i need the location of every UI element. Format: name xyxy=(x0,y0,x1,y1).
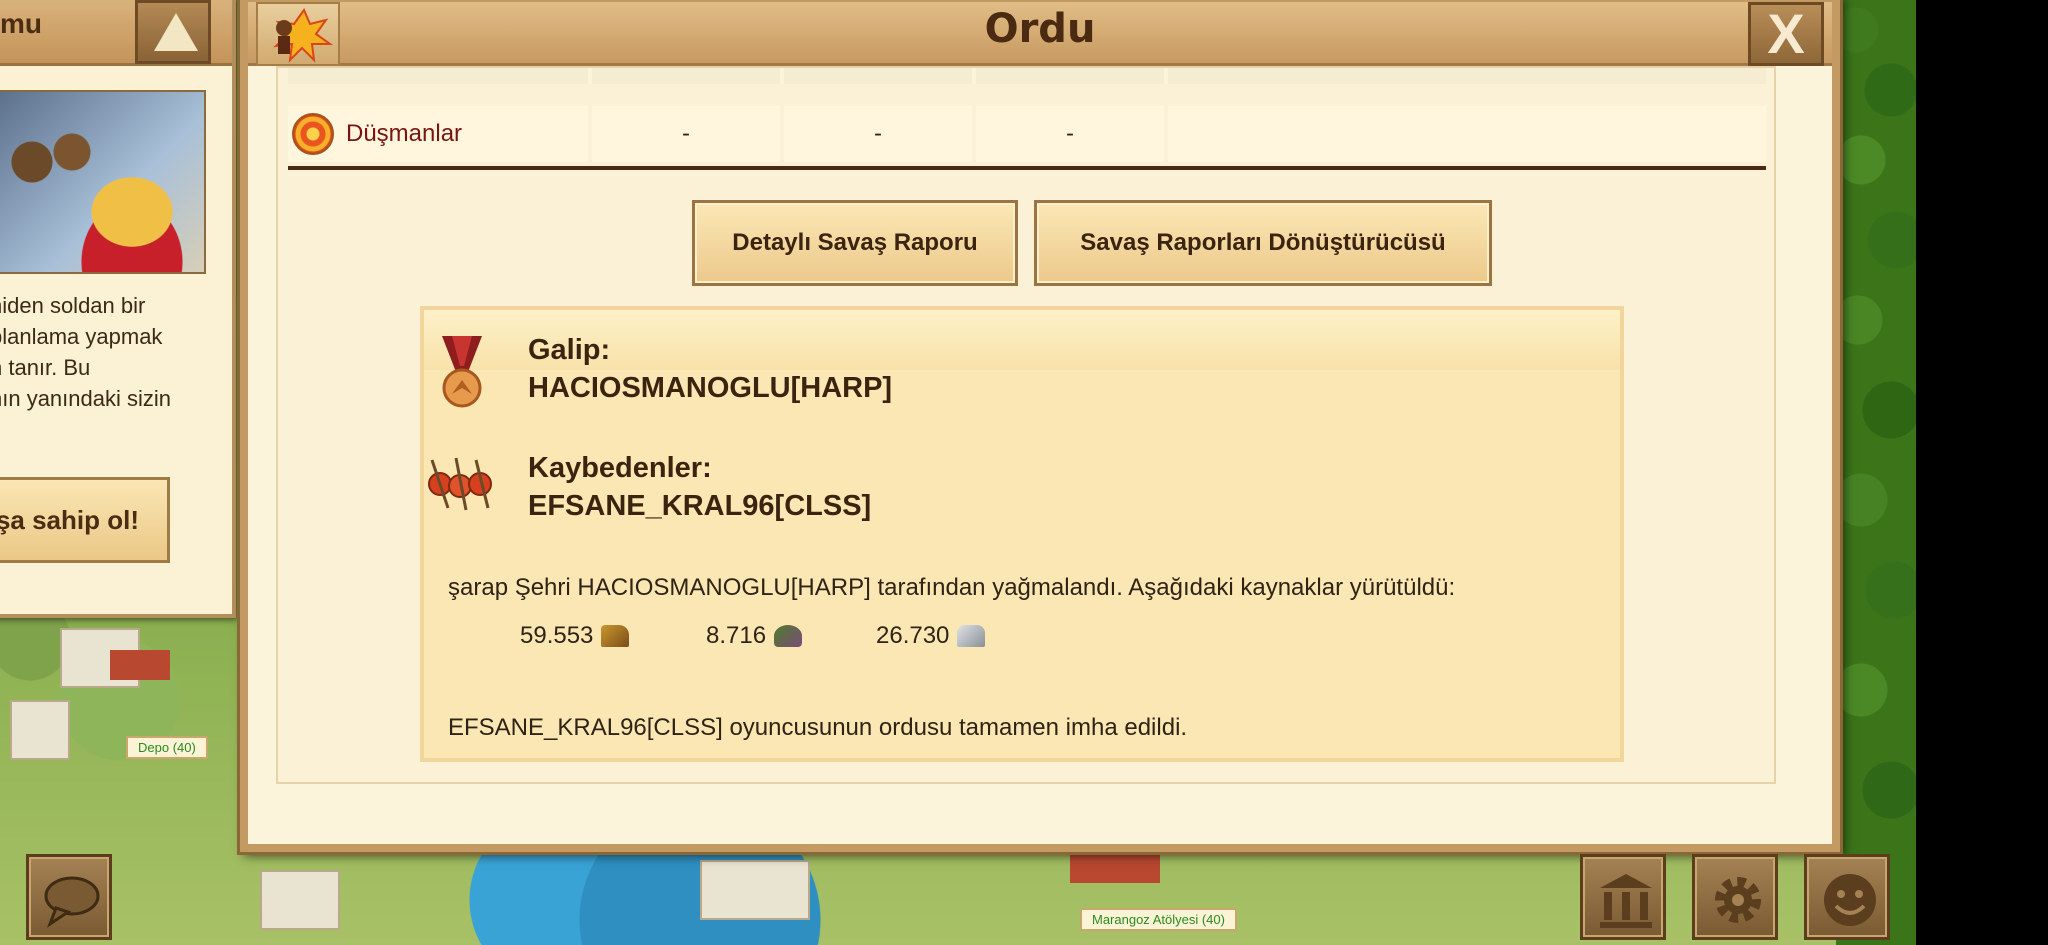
up-arrow-icon xyxy=(154,13,198,51)
army-destroyed-text: EFSANE_KRAL96[CLSS] oyuncusunun ordusu t… xyxy=(448,714,1188,741)
resource-amount: 8.716 xyxy=(706,622,767,649)
resource-silver: 26.730 xyxy=(876,622,986,650)
defeated-soldiers-icon xyxy=(428,457,492,511)
advisor-image xyxy=(0,90,206,274)
advisor-header: mu xyxy=(0,0,232,66)
battle-result-box: Galip: HACIOSMANOGLU[HARP] Kaybedenler: … xyxy=(420,306,1624,762)
report-content: Düşmanlar - - - Detaylı Savaş Raporu Sav… xyxy=(276,66,1776,784)
table-divider xyxy=(288,166,1766,170)
building[interactable] xyxy=(10,700,70,760)
medal-icon xyxy=(442,336,482,408)
enemies-empty-cell xyxy=(1168,106,1766,162)
detailed-report-button[interactable]: Detaylı Savaş Raporu xyxy=(692,200,1018,286)
advisor-text-line: niden soldan bir xyxy=(0,293,146,318)
winner-label: Galip: xyxy=(528,334,611,366)
table-row-partial xyxy=(288,68,1766,84)
map-label-warehouse[interactable]: Depo (40) xyxy=(126,736,208,759)
enemies-cell: Düşmanlar xyxy=(288,106,592,162)
resource-amount: 59.553 xyxy=(520,622,594,649)
letterbox-bar xyxy=(1916,0,2048,945)
plunder-text: şarap Şehri HACIOSMANOGLU[HARP] tarafınd… xyxy=(448,574,1456,601)
dialog-title: Ordu xyxy=(984,6,1096,52)
advisor-text-line: n tanır. Bu xyxy=(0,355,91,380)
enemies-value: - xyxy=(784,106,976,162)
resource-stone: 8.716 xyxy=(706,622,803,650)
enemy-target-icon xyxy=(292,113,334,155)
army-report-dialog: Ordu X Düşmanlar - - - Detaylı Savaş Rap… xyxy=(240,0,1840,852)
get-advisor-button[interactable]: şa sahip ol! xyxy=(0,477,170,563)
dialog-header: Ordu X xyxy=(248,2,1832,66)
stone-icon xyxy=(774,625,803,647)
enemies-value: - xyxy=(592,106,784,162)
advisor-text-line: planlama yapmak xyxy=(0,324,163,349)
building-roof xyxy=(1070,855,1160,883)
temple-columns-icon xyxy=(1600,874,1652,928)
profile-button[interactable] xyxy=(1804,854,1890,940)
winner-name: HACIOSMANOGLU[HARP] xyxy=(528,372,893,404)
map-label-carpenter[interactable]: Marangoz Atölyesi (40) xyxy=(1080,908,1237,931)
advisor-title: mu xyxy=(0,8,42,39)
building[interactable] xyxy=(260,870,340,930)
chat-button[interactable] xyxy=(26,854,112,940)
advisor-text-line: nın yanındaki sizin xyxy=(0,386,171,411)
wood-icon xyxy=(601,625,630,647)
army-battle-icon xyxy=(256,2,340,66)
close-button[interactable]: X xyxy=(1748,2,1824,66)
gear-icon xyxy=(1715,877,1761,923)
advisor-text: niden soldan bir planlama yapmak n tanır… xyxy=(0,290,222,414)
settings-button[interactable] xyxy=(1692,854,1778,940)
losers-label: Kaybedenler: xyxy=(528,452,712,484)
table-row-enemies: Düşmanlar - - - xyxy=(288,106,1766,162)
city-overview-button[interactable] xyxy=(1580,854,1666,940)
enemies-label: Düşmanlar xyxy=(346,120,463,147)
building[interactable] xyxy=(700,860,810,920)
enemies-value: - xyxy=(976,106,1168,162)
smiley-icon xyxy=(1824,874,1876,926)
loser-name: EFSANE_KRAL96[CLSS] xyxy=(528,490,872,522)
collapse-arrow-button[interactable] xyxy=(135,0,211,64)
advisor-panel: mu niden soldan bir planlama yapmak n ta… xyxy=(0,0,236,618)
chat-bubble-icon xyxy=(44,876,100,928)
resource-amount: 26.730 xyxy=(876,622,950,649)
silver-icon xyxy=(957,625,986,647)
forest xyxy=(1836,0,1916,945)
building-roof xyxy=(110,650,170,680)
resource-wood: 59.553 xyxy=(520,622,630,650)
report-converter-button[interactable]: Savaş Raporları Dönüştürücüsü xyxy=(1034,200,1492,286)
